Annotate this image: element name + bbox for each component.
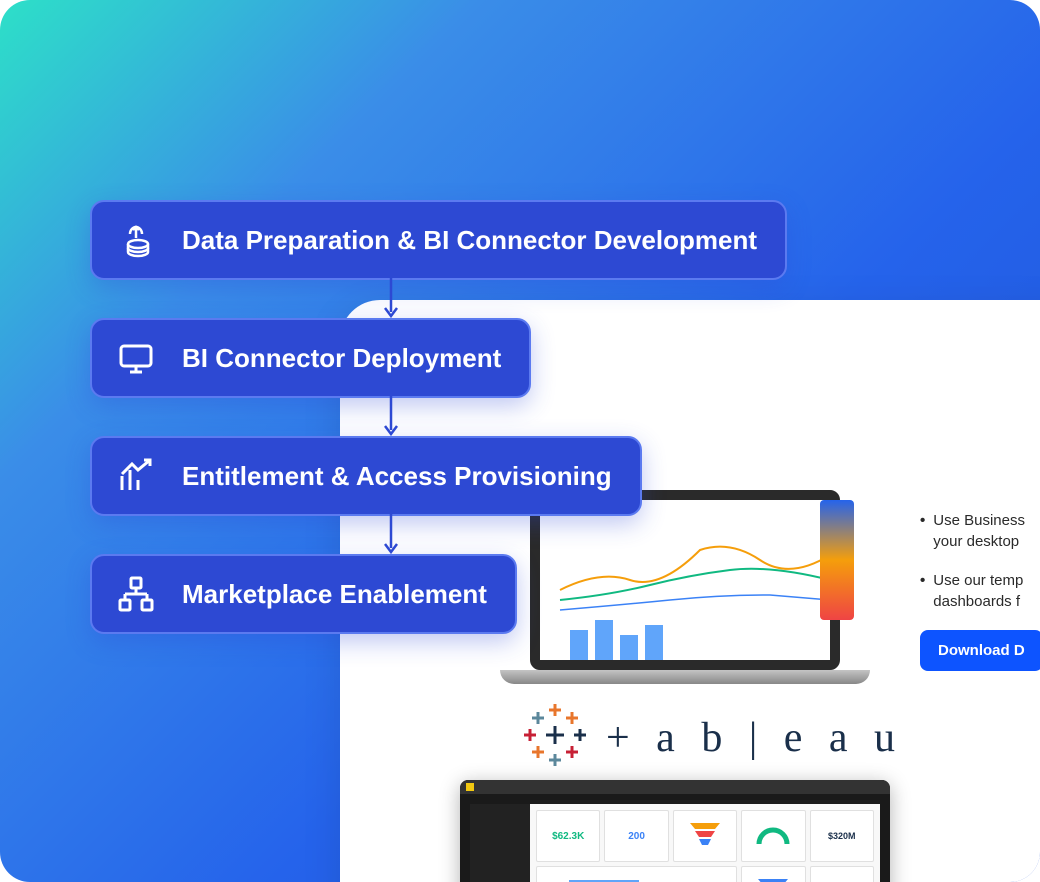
- funnel-chart: [673, 810, 737, 862]
- flow-arrow-icon: [390, 398, 392, 436]
- tableau-wordmark: + a b | e a u: [606, 714, 903, 762]
- flow-step-deployment: BI Connector Deployment: [90, 318, 531, 398]
- color-badge: [820, 500, 854, 620]
- diagram-container: Data Preparation & BI Connector Developm…: [0, 0, 1040, 882]
- flow-step-label: Marketplace Enablement: [182, 579, 487, 610]
- flow-step-marketplace: Marketplace Enablement: [90, 554, 517, 634]
- flow-step-label: Entitlement & Access Provisioning: [182, 461, 612, 492]
- tableau-logo: + a b | e a u: [520, 700, 903, 775]
- flow-arrow-icon: [390, 516, 392, 554]
- funnel-chart-2: [741, 866, 805, 882]
- side-info-panel: Use Business your desktop Use our temp d…: [920, 510, 1040, 671]
- flow-step-data-prep: Data Preparation & BI Connector Developm…: [90, 200, 787, 280]
- flow-step-label: Data Preparation & BI Connector Developm…: [182, 225, 757, 256]
- bar-chart: [536, 866, 737, 882]
- bullet-item: Use our temp dashboards f: [920, 570, 1040, 612]
- kpi-secondary: 200: [604, 810, 668, 862]
- kpi-budget: $320M: [810, 810, 874, 862]
- bullet-item: Use Business your desktop: [920, 510, 1040, 552]
- flow-arrow-icon: [390, 280, 392, 318]
- network-icon: [116, 574, 156, 614]
- chart-up-icon: [116, 456, 156, 496]
- flow-step-entitlement: Entitlement & Access Provisioning: [90, 436, 642, 516]
- monitor-icon: [116, 338, 156, 378]
- flow-diagram: Data Preparation & BI Connector Developm…: [90, 200, 787, 634]
- kpi-revenue: $62.3K: [536, 810, 600, 862]
- data-prep-icon: [116, 220, 156, 260]
- powerbi-dashboard-mockup: $62.3K 200 $320M: [460, 780, 890, 882]
- flow-step-label: BI Connector Deployment: [182, 343, 501, 374]
- waterfall-chart: [810, 866, 874, 882]
- tableau-cross-icon: [520, 700, 590, 775]
- download-button[interactable]: Download D: [920, 630, 1040, 671]
- gauge-chart: [741, 810, 805, 862]
